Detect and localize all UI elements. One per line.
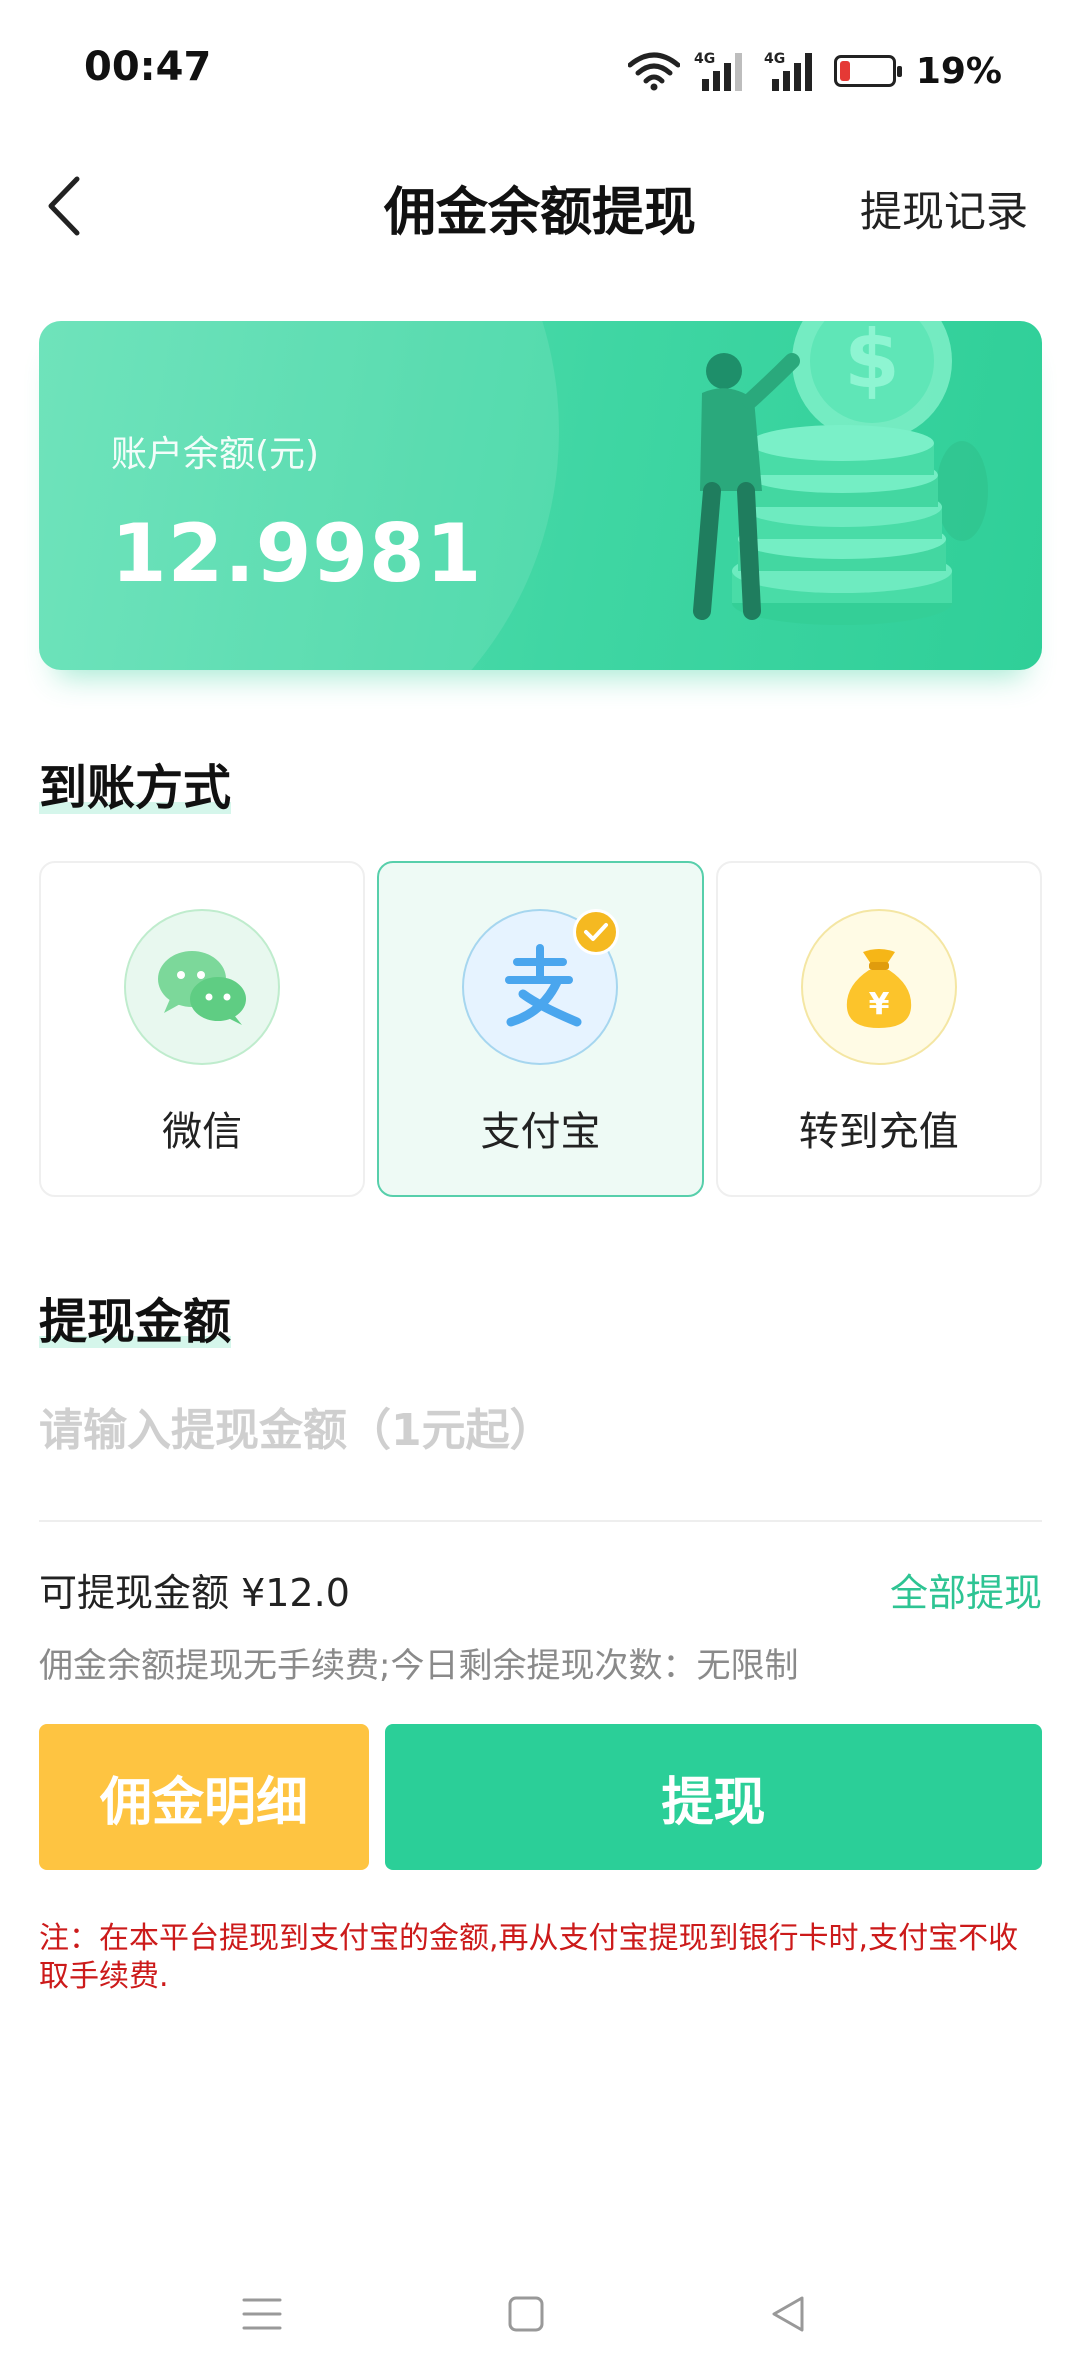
balance-label: 账户余额(元) — [111, 434, 320, 475]
network-label-2: 4G — [764, 51, 785, 67]
battery-percent: 19% — [915, 50, 1002, 92]
coin-stack-illustration: $ — [642, 321, 1002, 670]
signal-4g-icon: 4G — [694, 49, 750, 93]
withdraw-all-link[interactable]: 全部提现 — [890, 1562, 1042, 1617]
system-nav-bar — [0, 2260, 1080, 2373]
nav-bar: 佣金余额提现 提现记录 — [0, 140, 1080, 270]
fee-note: 佣金余额提现无手续费;今日剩余提现次数：无限制 — [39, 1646, 799, 1686]
amount-input[interactable] — [39, 1390, 1042, 1470]
svg-text:¥: ¥ — [868, 987, 889, 1022]
payment-method-title: 到账方式 — [39, 760, 232, 816]
commission-detail-button[interactable]: 佣金明细 — [39, 1724, 369, 1870]
wifi-icon — [627, 51, 680, 91]
withdraw-button[interactable]: 提现 — [385, 1724, 1042, 1870]
method-label: 支付宝 — [480, 1109, 601, 1155]
method-label: 微信 — [162, 1109, 243, 1155]
method-recharge[interactable]: ¥ 转到充值 — [715, 861, 1042, 1197]
network-label-1: 4G — [694, 51, 715, 67]
method-label: 转到充值 — [798, 1109, 959, 1155]
selected-check-icon — [573, 909, 620, 955]
back-triangle-icon[interactable] — [758, 2284, 818, 2344]
status-icons: 4G 4G 19% — [627, 46, 1002, 96]
balance-card: 账户余额(元) 12.9981 $ — [39, 321, 1042, 670]
balance-value: 12.9981 — [111, 507, 483, 600]
notice-text: 注：在本平台提现到支付宝的金额,再从支付宝提现到银行卡时,支付宝不收取手续费. — [39, 1921, 1019, 1994]
home-icon[interactable] — [496, 2284, 556, 2344]
wechat-icon — [124, 909, 281, 1065]
svg-text:$: $ — [844, 321, 900, 406]
method-alipay[interactable]: 支付宝 — [377, 861, 704, 1197]
status-time: 00:47 — [84, 44, 212, 90]
withdraw-history-link[interactable]: 提现记录 — [860, 178, 1028, 239]
input-divider — [39, 1520, 1042, 1522]
method-wechat[interactable]: 微信 — [39, 861, 366, 1197]
money-bag-icon: ¥ — [800, 909, 957, 1065]
status-bar: 00:47 4G 4G 19% — [0, 0, 1080, 140]
signal-4g-icon-2: 4G — [764, 49, 820, 93]
payment-method-list: 微信 支付宝 ¥ 转到充值 — [39, 861, 1042, 1197]
menu-icon[interactable] — [232, 2284, 292, 2344]
withdraw-amount-title: 提现金额 — [39, 1294, 232, 1350]
battery-icon — [833, 55, 902, 87]
card-decoration — [39, 321, 559, 670]
available-amount: 可提现金额 ¥12.0 — [39, 1571, 350, 1615]
